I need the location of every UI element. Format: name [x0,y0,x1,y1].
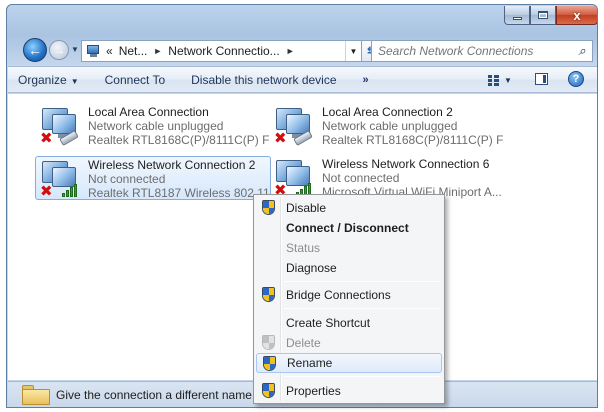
menu-item-label: Diagnose [286,261,337,275]
change-view-button[interactable]: ▼ [488,72,514,88]
back-arrow-icon: ← [28,42,42,58]
title-bar: x [7,5,597,35]
chevron-down-icon: ▼ [70,76,79,86]
menu-item-label: Status [286,241,321,255]
disconnected-x-icon: ✖ [40,183,53,200]
wireless-adapter-icon: ✖ [274,158,318,198]
signal-bars-icon [58,183,80,197]
back-button[interactable]: ← [23,38,47,62]
menu-item-label: Bridge Connections [286,288,391,302]
menu-item-connect-disconnect[interactable]: Connect / Disconnect [256,218,442,238]
menu-item-label: Properties [286,384,341,398]
menu-item-bridge-connections[interactable]: Bridge Connections [256,285,442,305]
menu-item-delete: Delete [256,333,442,353]
address-dropdown-icon[interactable]: ▼ [345,41,361,61]
connection-device: Realtek RTL8168C(P)/8111C(P) Fa... [88,133,270,147]
menu-separator [284,308,440,309]
shield-icon [262,287,275,302]
help-icon: ? [572,73,580,85]
maximize-icon [538,11,548,19]
chevron-down-icon: ▼ [504,75,512,85]
connection-status: Not connected [88,172,166,186]
connection-wireless-2[interactable]: ✖ Wireless Network Connection 2 Not conn… [35,156,271,200]
breadcrumb-network[interactable]: Net... [119,44,148,58]
wired-adapter-icon: ✖ [40,106,84,146]
menu-item-rename[interactable]: Rename [256,353,442,373]
shield-icon [263,356,276,371]
connection-name: Wireless Network Connection 6 [322,157,490,171]
connection-status: Network cable unplugged [322,119,458,133]
menu-item-properties[interactable]: Properties [256,381,442,401]
connection-status: Network cable unplugged [88,119,224,133]
folder-icon [22,385,50,405]
connection-name: Wireless Network Connection 2 [88,158,256,172]
menu-item-status: Status [256,238,442,258]
menu-item-label: Create Shortcut [286,316,371,330]
address-bar[interactable]: « Net... ► Network Connectio... ► ▼ [81,40,362,62]
menu-separator [284,281,440,282]
context-menu: Disable Connect / Disconnect Status Diag… [253,194,445,404]
breadcrumb-separator-icon[interactable]: ► [286,46,295,56]
disable-device-button[interactable]: Disable this network device [191,73,336,87]
search-icon[interactable]: ⌕ [572,43,592,59]
navigation-bar: ← → ▼ « Net... ► Network Connectio... ► … [7,35,597,65]
network-folder-icon [86,44,102,58]
organize-label: Organize [18,72,67,87]
wireless-adapter-icon: ✖ [40,159,84,199]
history-dropdown-icon[interactable]: ▼ [71,45,79,54]
connection-name: Local Area Connection [88,105,209,119]
menu-separator [284,376,440,377]
minimize-icon [512,16,522,20]
shield-icon [262,335,275,350]
menu-item-diagnose[interactable]: Diagnose [256,258,442,278]
menu-item-label: Connect / Disconnect [286,221,409,235]
menu-item-create-shortcut[interactable]: Create Shortcut [256,313,442,333]
connection-local-area[interactable]: ✖ Local Area Connection Network cable un… [36,104,272,148]
more-commands-button[interactable]: » [363,74,369,86]
details-view-icon [488,74,499,86]
forward-arrow-icon: → [53,43,65,57]
menu-item-label: Delete [286,336,321,350]
connection-name: Local Area Connection 2 [322,105,453,119]
status-text: Give the connection a different name. [56,387,256,402]
preview-pane-button[interactable] [535,73,548,85]
command-bar: Organize ▼ Connect To Disable this networ… [8,66,597,93]
help-button[interactable]: ? [568,71,584,87]
breadcrumb-separator-icon[interactable]: ► [153,46,162,56]
connection-device: Realtek RTL8187 Wireless 802.11b... [88,186,270,200]
wired-adapter-icon: ✖ [274,106,318,146]
forward-button[interactable]: → [49,40,69,60]
breadcrumb-overflow[interactable]: « [106,44,113,58]
search-input[interactable] [378,44,572,58]
connect-to-button[interactable]: Connect To [105,73,166,87]
maximize-button[interactable] [530,6,556,25]
disconnected-x-icon: ✖ [274,130,287,147]
connection-local-area-2[interactable]: ✖ Local Area Connection 2 Network cable … [270,104,506,148]
breadcrumb-network-connections[interactable]: Network Connectio... [168,44,279,58]
menu-item-label: Disable [286,201,327,215]
menu-item-label: Rename [287,356,333,370]
menu-item-disable[interactable]: Disable [256,198,442,218]
close-button[interactable]: x [556,6,597,25]
close-icon: x [573,7,581,23]
connection-status: Not connected [322,171,400,185]
minimize-button[interactable] [504,6,530,25]
shield-icon [262,383,275,398]
search-box[interactable]: ⌕ [371,40,593,62]
connection-device: Realtek RTL8168C(P)/8111C(P) Fa... [322,133,504,147]
organize-menu[interactable]: Organize ▼ [18,73,79,87]
shield-icon [262,200,275,215]
disconnected-x-icon: ✖ [40,130,53,147]
